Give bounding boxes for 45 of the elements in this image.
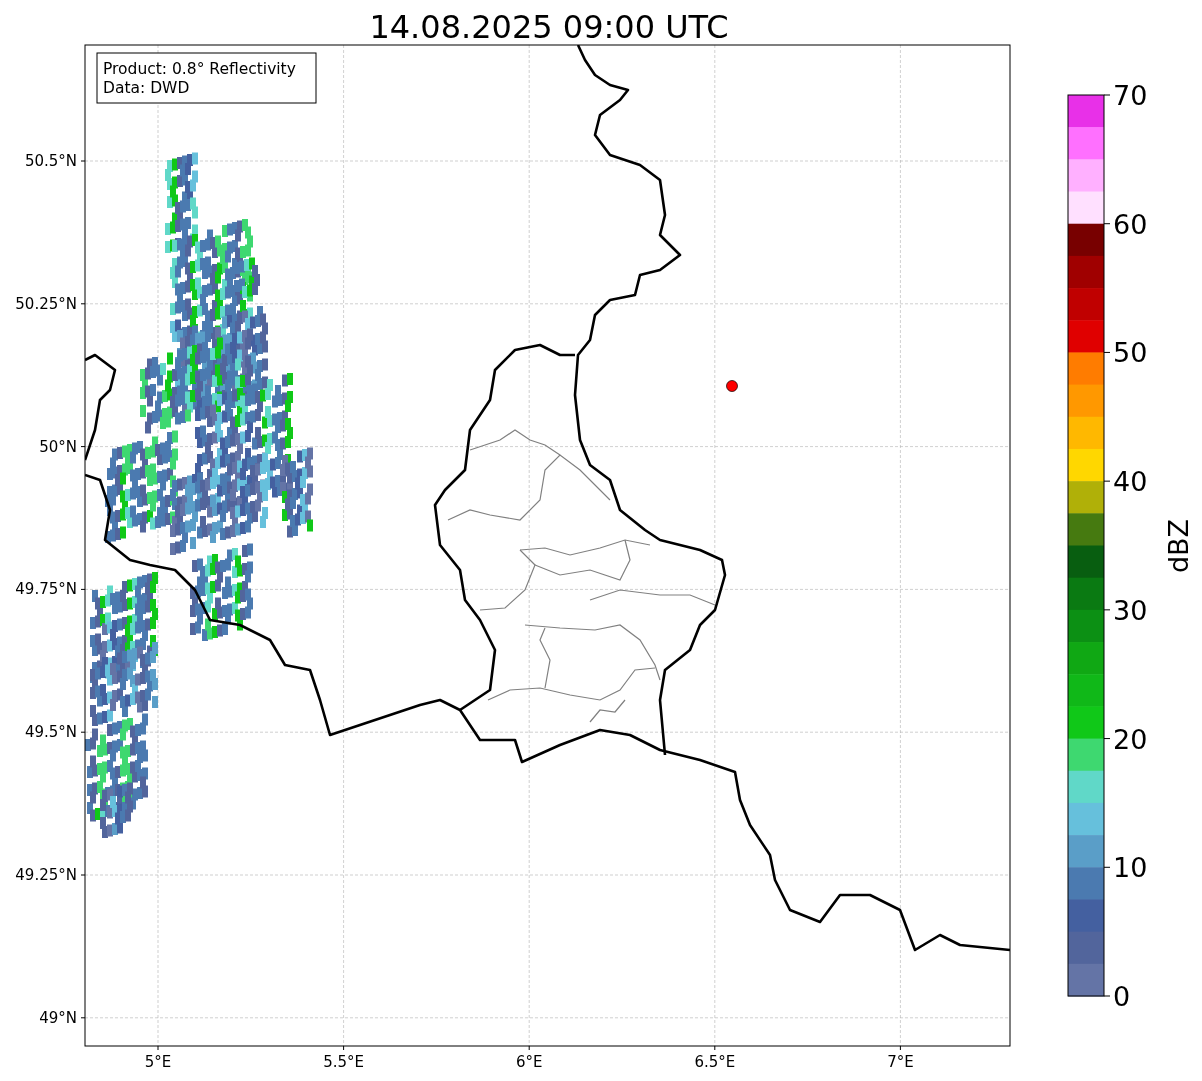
tick-mark (80, 874, 86, 876)
tick-mark (1103, 866, 1111, 868)
tick-mark (1103, 351, 1111, 353)
colorbar-tick-label: 0 (1113, 981, 1131, 1012)
latitude-tick-label: 49°N (39, 1008, 77, 1027)
longitude-tick-label: 7°E (887, 1053, 914, 1071)
tick-mark (343, 1045, 345, 1051)
legend-text: Data: DWD (103, 79, 190, 97)
colorbar-tick-label: 10 (1113, 852, 1148, 884)
tick-mark (528, 1045, 530, 1051)
legend-text: Product: 0.8° Reflectivity (103, 60, 296, 78)
tick-mark (80, 588, 86, 590)
tick-mark (80, 303, 86, 305)
latitude-tick-label: 49.25°N (15, 866, 77, 884)
colorbar-tick-label: 30 (1113, 594, 1148, 626)
longitude-tick-label: 5°E (144, 1053, 172, 1071)
tick-mark (80, 446, 86, 448)
colorbar-tick-label: 40 (1113, 466, 1148, 498)
station-marker (726, 380, 738, 392)
latitude-tick-label: 50.25°N (15, 294, 77, 313)
latitude-tick-label: 49.75°N (15, 580, 77, 599)
latitude-tick-label: 49.5°N (24, 723, 77, 742)
colorbar-tick-label: 60 (1113, 208, 1148, 240)
tick-mark (80, 1017, 86, 1019)
colorbar-tick-label: 20 (1113, 723, 1148, 755)
tick-mark (714, 1045, 716, 1051)
tick-mark (1103, 480, 1111, 482)
tick-mark (1103, 94, 1111, 96)
longitude-tick-label: 5.5°E (323, 1053, 364, 1071)
tick-mark (899, 1045, 901, 1051)
latitude-tick-label: 50°N (39, 437, 77, 456)
tick-mark (1103, 995, 1111, 997)
longitude-tick-label: 6.5°E (694, 1053, 736, 1071)
tick-mark (1103, 609, 1111, 611)
tick-mark (1103, 223, 1111, 225)
tick-mark (157, 1045, 159, 1051)
colorbar-label: dBZ (1163, 518, 1194, 574)
latitude-tick-label: 50.5°N (24, 152, 77, 170)
tick-mark (80, 160, 86, 162)
longitude-tick-label: 6°E (515, 1053, 543, 1071)
tick-mark (1103, 738, 1111, 740)
tick-mark (80, 731, 86, 733)
map-title: 14.08.2025 09:00 UTC (369, 8, 729, 46)
colorbar-tick-label: 70 (1113, 80, 1148, 111)
colorbar-tick-label: 50 (1113, 337, 1148, 369)
